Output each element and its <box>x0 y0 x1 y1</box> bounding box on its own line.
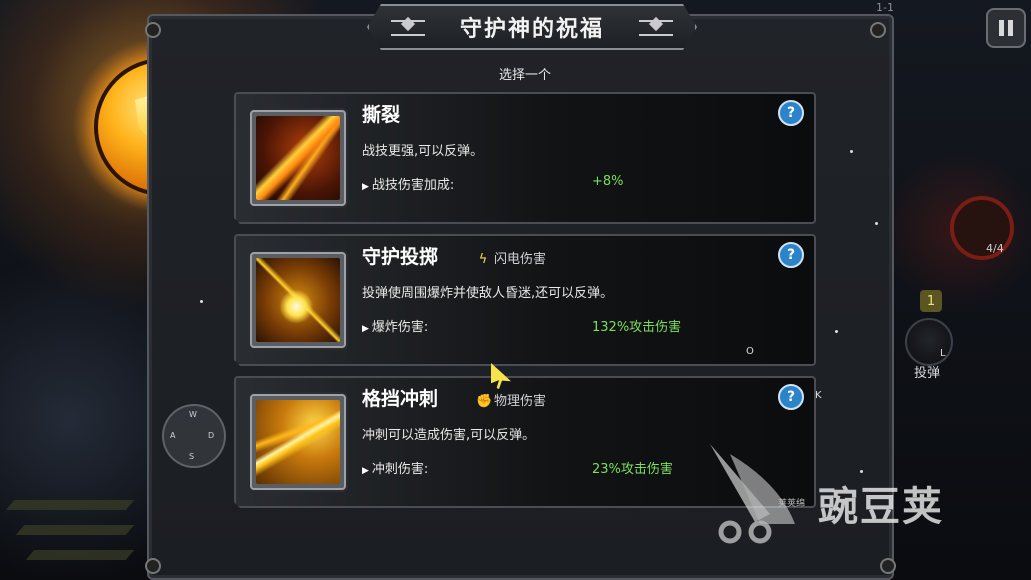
card-description: 战技更强,可以反弹。 <box>362 144 484 159</box>
bullet-icon: ▶ <box>362 466 369 476</box>
sparkle <box>835 330 838 333</box>
level-indicator: 1-1 <box>876 1 894 14</box>
card-description: 投弹使周围爆炸并使敌人昏迷,还可以反弹。 <box>362 286 614 301</box>
stat-label-text: 战技伤害加成: <box>371 178 455 193</box>
pause-button[interactable] <box>986 8 1026 48</box>
sparkle <box>850 150 853 153</box>
watermark-small-text: 荚荚绵 <box>778 499 806 509</box>
key-s: S <box>189 452 195 461</box>
slash-skill-icon <box>256 116 340 200</box>
card-title: 撕裂 <box>362 104 401 126</box>
stat-value: 132%攻击伤害 <box>592 320 682 335</box>
damage-type-tag: ϟ 闪电伤害 <box>476 248 546 267</box>
key-a: A <box>170 431 176 440</box>
damage-type-label: 闪电伤害 <box>494 252 547 267</box>
floor-stripe <box>5 500 135 510</box>
blessing-card-guardian-throw[interactable]: 守护投掷 ϟ 闪电伤害 投弹使周围爆炸并使敌人昏迷,还可以反弹。 ▶ 爆炸伤害: 1… <box>234 234 816 366</box>
panel-rivet <box>145 558 161 574</box>
cooldown-ring <box>950 196 1014 260</box>
ornament-icon <box>639 20 673 36</box>
card-title: 守护投掷 <box>362 246 439 268</box>
throw-key-hint: O <box>746 346 754 357</box>
ring-counter-text: 4/4 <box>986 242 1004 255</box>
key-d: D <box>208 431 215 440</box>
bullet-icon: ▶ <box>362 324 369 334</box>
title-plate: 守护神的祝福 <box>367 4 697 50</box>
sparkle <box>875 222 878 225</box>
bomb-label: 投弹 <box>914 366 941 381</box>
lightning-icon: ϟ <box>478 252 488 267</box>
card-description: 冲刺可以造成伤害,可以反弹。 <box>362 428 536 443</box>
stat-label: ▶ 冲刺伤害: <box>362 458 428 477</box>
skill-icon-frame <box>250 394 346 490</box>
skill-icon-frame <box>250 110 346 206</box>
floor-stripe <box>15 525 135 535</box>
stat-value: +8% <box>592 174 624 189</box>
stat-label-text: 爆炸伤害: <box>371 320 429 335</box>
choose-one-label: 选择一个 <box>498 68 551 83</box>
panel-rivet <box>880 558 896 574</box>
stat-label: ▶ 战技伤害加成: <box>362 174 454 193</box>
floor-stripe <box>25 550 135 560</box>
sparkle <box>200 300 203 303</box>
fist-icon: ✊ <box>476 394 493 409</box>
panel-rivet <box>145 22 161 38</box>
dash-skill-icon <box>256 400 340 484</box>
bomb-count-badge: 1 <box>920 290 942 312</box>
stat-label: ▶ 爆炸伤害: <box>362 316 428 335</box>
blessing-card-tear[interactable]: 撕裂 战技更强,可以反弹。 ▶ 战技伤害加成: +8% ? <box>234 92 816 224</box>
damage-type-tag: ✊ 物理伤害 <box>476 390 546 409</box>
stat-value: 23%攻击伤害 <box>592 462 673 477</box>
watermark-text: 豌豆荚 <box>818 484 944 530</box>
ornament-icon <box>391 20 425 36</box>
stat-label-text: 冲刺伤害: <box>371 462 429 477</box>
help-button[interactable]: ? <box>778 242 804 268</box>
help-button[interactable]: ? <box>778 100 804 126</box>
sparkle <box>860 470 863 473</box>
movement-pad[interactable]: W A D S <box>162 404 226 468</box>
key-w: W <box>189 410 197 419</box>
skill-icon-frame <box>250 252 346 348</box>
card-title: 格挡冲刺 <box>362 388 439 410</box>
explosion-skill-icon <box>256 258 340 342</box>
bullet-icon: ▶ <box>362 182 369 192</box>
bomb-key-hint: L <box>940 348 946 359</box>
dash-key-hint: K <box>815 390 822 401</box>
page-title: 守护神的祝福 <box>459 17 604 42</box>
panel-rivet <box>870 22 886 38</box>
help-button[interactable]: ? <box>778 384 804 410</box>
damage-type-label: 物理伤害 <box>494 394 547 409</box>
